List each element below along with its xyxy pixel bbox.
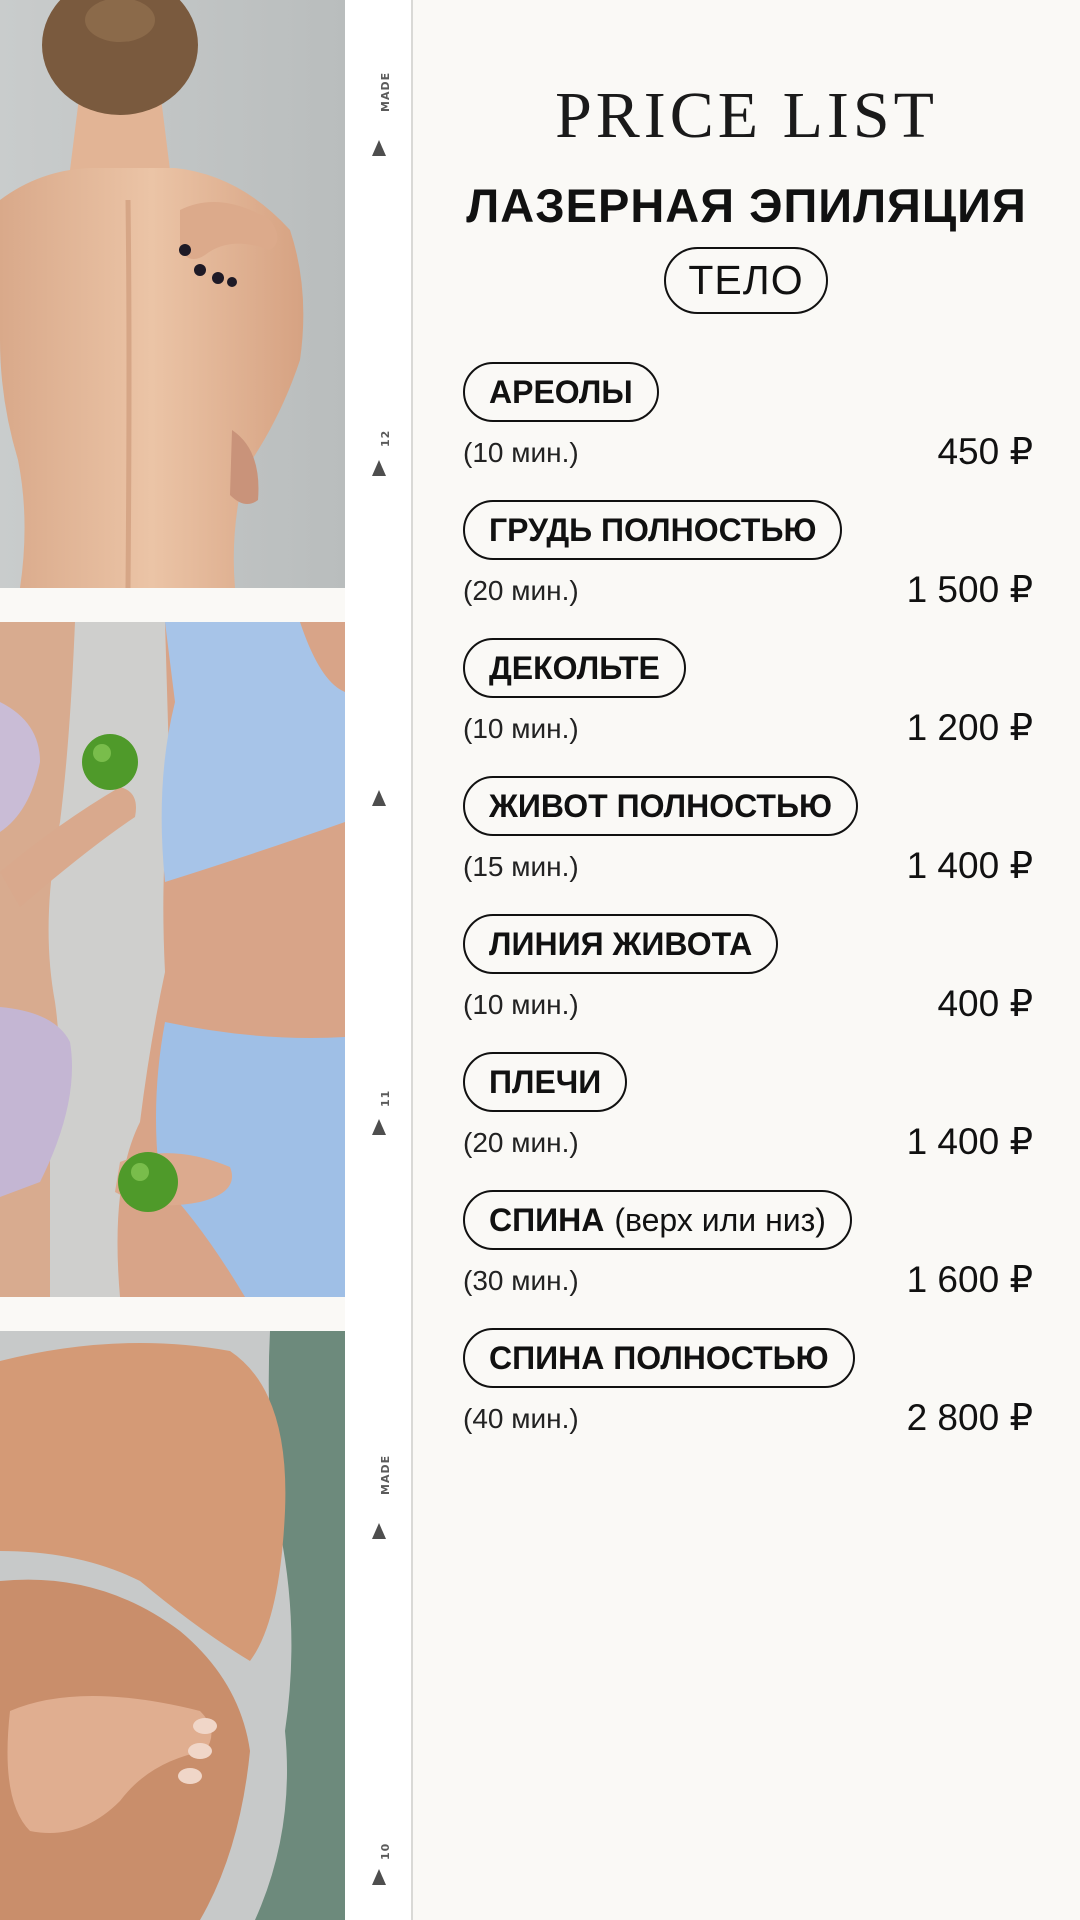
photo-torsos-apples bbox=[0, 622, 345, 1297]
film-triangle-icon bbox=[372, 1523, 386, 1539]
service-price: 1 400 ₽ bbox=[906, 845, 1033, 886]
service-price: 450 ₽ bbox=[937, 431, 1033, 472]
service-item: ПЛЕЧИ (20 мин.) 1 400 ₽ bbox=[463, 1052, 1033, 1172]
service-duration: (20 мин.) bbox=[463, 575, 579, 606]
service-duration: (10 мин.) bbox=[463, 989, 579, 1020]
service-item: ДЕКОЛЬТЕ (10 мин.) 1 200 ₽ bbox=[463, 638, 1033, 758]
page-subtitle: ЛАЗЕРНАЯ ЭПИЛЯЦИЯ bbox=[466, 179, 1027, 232]
service-item: ГРУДЬ ПОЛНОСТЬЮ (20 мин.) 1 500 ₽ bbox=[463, 500, 1033, 620]
section-badge: ТЕЛО bbox=[664, 247, 828, 314]
photo-back bbox=[0, 0, 345, 588]
film-triangle-icon bbox=[372, 1119, 386, 1135]
film-mark-label: 10 bbox=[379, 1842, 392, 1860]
service-name: ЛИНИЯ ЖИВОТА bbox=[489, 925, 753, 962]
service-item: ЖИВОТ ПОЛНОСТЬЮ (15 мин.) 1 400 ₽ bbox=[463, 776, 1033, 896]
film-mark-label: MADE bbox=[379, 71, 392, 112]
film-triangle-icon bbox=[372, 140, 386, 156]
service-price: 1 200 ₽ bbox=[906, 707, 1033, 748]
film-triangle-icon bbox=[372, 790, 386, 806]
film-strip: MADE 12 11 MADE 10 bbox=[345, 0, 413, 1920]
service-item: СПИНА (верх или низ) (30 мин.) 1 600 ₽ bbox=[463, 1190, 1033, 1310]
service-name-pill: СПИНА ПОЛНОСТЬЮ bbox=[463, 1328, 855, 1388]
photo-column bbox=[0, 0, 345, 1920]
service-duration: (40 мин.) bbox=[463, 1403, 579, 1434]
service-item: СПИНА ПОЛНОСТЬЮ (40 мин.) 2 800 ₽ bbox=[463, 1328, 1033, 1448]
service-name-pill: СПИНА (верх или низ) bbox=[463, 1190, 852, 1250]
service-name: ЖИВОТ ПОЛНОСТЬЮ bbox=[489, 787, 832, 824]
service-item: АРЕОЛЫ (10 мин.) 450 ₽ bbox=[463, 362, 1033, 482]
price-list-content: PRICE LIST ЛАЗЕРНАЯ ЭПИЛЯЦИЯ ТЕЛО АРЕОЛЫ… bbox=[413, 0, 1080, 1920]
service-duration: (30 мин.) bbox=[463, 1265, 579, 1296]
service-duration: (20 мин.) bbox=[463, 1127, 579, 1158]
service-price: 1 400 ₽ bbox=[906, 1121, 1033, 1162]
service-name-pill: ЛИНИЯ ЖИВОТА bbox=[463, 914, 779, 974]
film-mark-label: MADE bbox=[379, 1454, 392, 1495]
service-name: СПИНА ПОЛНОСТЬЮ bbox=[489, 1339, 829, 1376]
service-note: (верх или низ) bbox=[614, 1201, 826, 1238]
photo-arm bbox=[0, 1331, 345, 1920]
service-price: 1 600 ₽ bbox=[906, 1259, 1033, 1300]
service-duration: (10 мин.) bbox=[463, 437, 579, 468]
service-name-pill: ЖИВОТ ПОЛНОСТЬЮ bbox=[463, 776, 858, 836]
service-price: 2 800 ₽ bbox=[906, 1397, 1033, 1438]
service-name: СПИНА bbox=[489, 1201, 605, 1238]
service-name: ДЕКОЛЬТЕ bbox=[489, 649, 660, 686]
service-name: ПЛЕЧИ bbox=[489, 1063, 602, 1100]
film-mark-label: 12 bbox=[379, 429, 392, 447]
service-price: 400 ₽ bbox=[937, 983, 1033, 1024]
service-name-pill: ПЛЕЧИ bbox=[463, 1052, 628, 1112]
film-mark-label: 11 bbox=[379, 1089, 392, 1107]
service-price: 1 500 ₽ bbox=[906, 569, 1033, 610]
page-title: PRICE LIST bbox=[555, 79, 938, 152]
film-triangle-icon bbox=[372, 1869, 386, 1885]
film-triangle-icon bbox=[372, 460, 386, 476]
service-name: АРЕОЛЫ bbox=[489, 373, 633, 410]
service-duration: (15 мин.) bbox=[463, 851, 579, 882]
service-name: ГРУДЬ ПОЛНОСТЬЮ bbox=[489, 511, 817, 548]
service-name-pill: ГРУДЬ ПОЛНОСТЬЮ bbox=[463, 500, 843, 560]
service-duration: (10 мин.) bbox=[463, 713, 579, 744]
service-name-pill: АРЕОЛЫ bbox=[463, 362, 659, 422]
service-item: ЛИНИЯ ЖИВОТА (10 мин.) 400 ₽ bbox=[463, 914, 1033, 1034]
service-name-pill: ДЕКОЛЬТЕ bbox=[463, 638, 686, 698]
